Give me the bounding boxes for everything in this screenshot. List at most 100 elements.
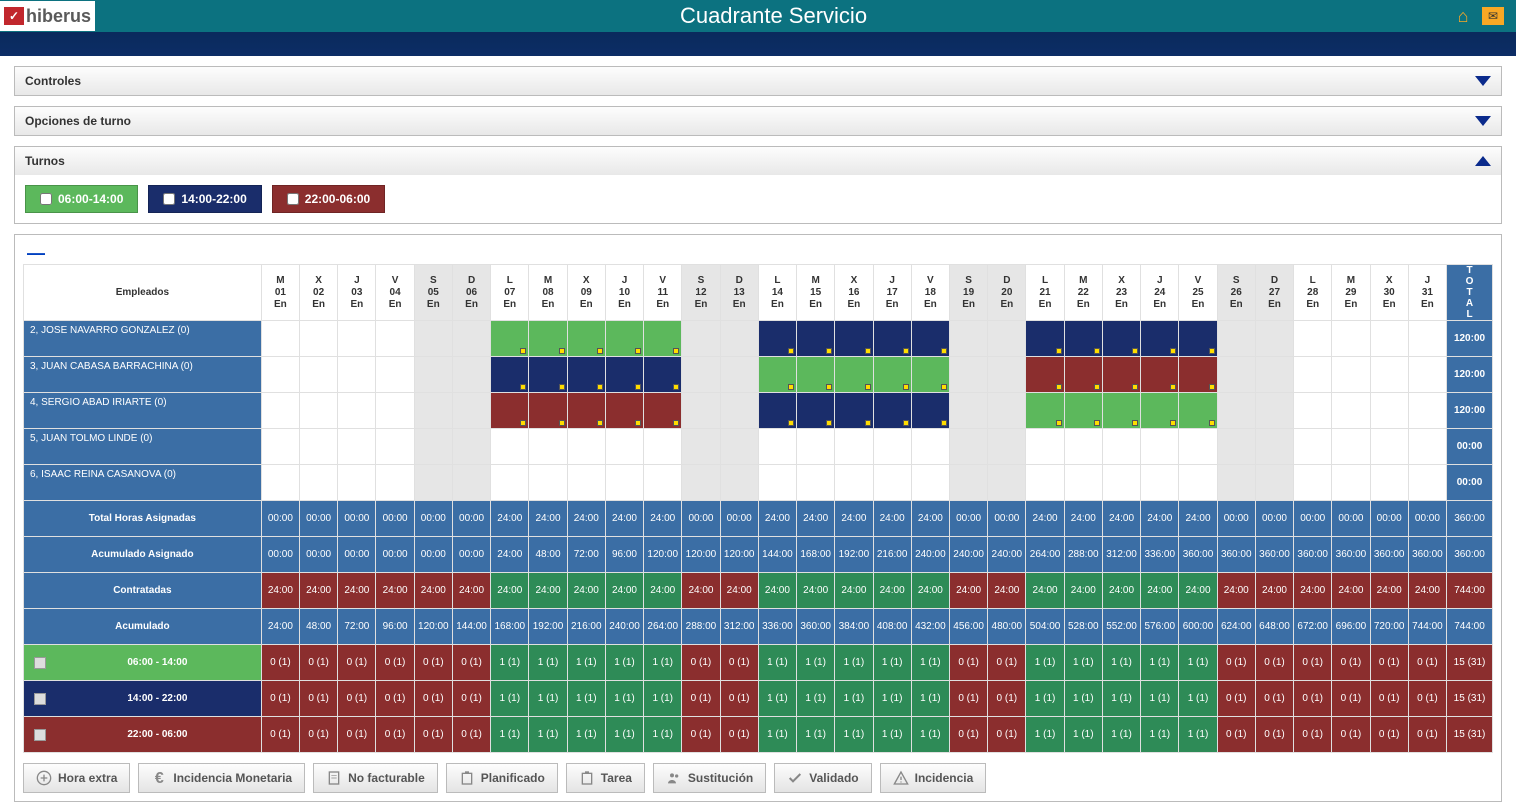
empty-cell[interactable] — [567, 465, 605, 501]
empty-cell[interactable] — [988, 429, 1026, 465]
empty-cell[interactable] — [1408, 357, 1446, 393]
empty-cell[interactable] — [720, 465, 758, 501]
empty-cell[interactable] — [1408, 393, 1446, 429]
shift-cell[interactable] — [1064, 321, 1102, 357]
empty-cell[interactable] — [682, 465, 720, 501]
shift-cell[interactable] — [911, 393, 949, 429]
empty-cell[interactable] — [1217, 393, 1255, 429]
empty-cell[interactable] — [1102, 429, 1140, 465]
empty-cell[interactable] — [261, 357, 299, 393]
shift-cell[interactable] — [1179, 357, 1217, 393]
empty-cell[interactable] — [949, 357, 987, 393]
empty-cell[interactable] — [414, 429, 452, 465]
shift-row-checkbox[interactable] — [34, 657, 46, 669]
empty-cell[interactable] — [911, 465, 949, 501]
empty-cell[interactable] — [605, 429, 643, 465]
shift-cell[interactable] — [797, 393, 835, 429]
shift-cell[interactable] — [567, 321, 605, 357]
empty-cell[interactable] — [452, 393, 490, 429]
shift-cell[interactable] — [491, 357, 529, 393]
shift-count-label[interactable]: 06:00 - 14:00 — [24, 645, 262, 681]
action-no-facturable[interactable]: No facturable — [313, 763, 438, 793]
empty-cell[interactable] — [682, 393, 720, 429]
collapse-toggle[interactable]: — — [23, 243, 1493, 264]
empty-cell[interactable] — [1141, 465, 1179, 501]
empty-cell[interactable] — [338, 393, 376, 429]
empty-cell[interactable] — [1217, 321, 1255, 357]
shift-cell[interactable] — [1141, 393, 1179, 429]
empty-cell[interactable] — [720, 321, 758, 357]
empty-cell[interactable] — [1026, 465, 1064, 501]
empty-cell[interactable] — [1179, 465, 1217, 501]
empty-cell[interactable] — [682, 429, 720, 465]
empty-cell[interactable] — [1064, 429, 1102, 465]
empty-cell[interactable] — [720, 357, 758, 393]
empty-cell[interactable] — [1370, 357, 1408, 393]
empty-cell[interactable] — [758, 465, 796, 501]
empty-cell[interactable] — [300, 321, 338, 357]
shift-cell[interactable] — [1102, 393, 1140, 429]
empty-cell[interactable] — [1332, 321, 1370, 357]
shift-cell[interactable] — [758, 393, 796, 429]
action-incidencia[interactable]: Incidencia — [880, 763, 987, 793]
shift-cell[interactable] — [758, 357, 796, 393]
empty-cell[interactable] — [261, 321, 299, 357]
shift-row-checkbox[interactable] — [34, 693, 46, 705]
empty-cell[interactable] — [529, 429, 567, 465]
empty-cell[interactable] — [873, 465, 911, 501]
shift-cell[interactable] — [567, 357, 605, 393]
empty-cell[interactable] — [835, 465, 873, 501]
empty-cell[interactable] — [1294, 393, 1332, 429]
action-planificado[interactable]: Planificado — [446, 763, 558, 793]
empty-cell[interactable] — [1102, 465, 1140, 501]
empty-cell[interactable] — [1332, 465, 1370, 501]
empty-cell[interactable] — [1026, 429, 1064, 465]
employee-name[interactable]: 3, JUAN CABASA BARRACHINA (0) — [24, 357, 262, 393]
shift-cell[interactable] — [797, 357, 835, 393]
empty-cell[interactable] — [949, 465, 987, 501]
empty-cell[interactable] — [1294, 429, 1332, 465]
empty-cell[interactable] — [682, 321, 720, 357]
shift-cell[interactable] — [567, 393, 605, 429]
empty-cell[interactable] — [797, 429, 835, 465]
empty-cell[interactable] — [873, 429, 911, 465]
empty-cell[interactable] — [376, 429, 414, 465]
empty-cell[interactable] — [300, 465, 338, 501]
shift-chip-0[interactable]: 06:00-14:00 — [25, 185, 138, 213]
shift-cell[interactable] — [873, 357, 911, 393]
empty-cell[interactable] — [1255, 357, 1293, 393]
shift-row-checkbox[interactable] — [34, 729, 46, 741]
shift-chip-checkbox[interactable] — [163, 193, 175, 205]
shift-cell[interactable] — [835, 393, 873, 429]
empty-cell[interactable] — [567, 429, 605, 465]
empty-cell[interactable] — [452, 429, 490, 465]
empty-cell[interactable] — [1217, 357, 1255, 393]
empty-cell[interactable] — [758, 429, 796, 465]
shift-cell[interactable] — [1064, 393, 1102, 429]
panel-turnos-header[interactable]: Turnos — [15, 147, 1501, 175]
action-incidencia-monetaria[interactable]: €Incidencia Monetaria — [138, 763, 305, 793]
shift-cell[interactable] — [491, 321, 529, 357]
shift-chip-1[interactable]: 14:00-22:00 — [148, 185, 261, 213]
empty-cell[interactable] — [376, 393, 414, 429]
empty-cell[interactable] — [1217, 429, 1255, 465]
shift-count-label[interactable]: 14:00 - 22:00 — [24, 681, 262, 717]
shift-cell[interactable] — [1026, 357, 1064, 393]
empty-cell[interactable] — [414, 357, 452, 393]
empty-cell[interactable] — [1255, 321, 1293, 357]
shift-cell[interactable] — [529, 357, 567, 393]
empty-cell[interactable] — [949, 321, 987, 357]
empty-cell[interactable] — [338, 465, 376, 501]
action-sustitución[interactable]: Sustitución — [653, 763, 766, 793]
employee-name[interactable]: 2, JOSE NAVARRO GONZALEZ (0) — [24, 321, 262, 357]
shift-cell[interactable] — [1179, 321, 1217, 357]
empty-cell[interactable] — [452, 357, 490, 393]
empty-cell[interactable] — [949, 429, 987, 465]
empty-cell[interactable] — [338, 429, 376, 465]
action-validado[interactable]: Validado — [774, 763, 871, 793]
shift-cell[interactable] — [1179, 393, 1217, 429]
home-icon[interactable]: ⌂ — [1452, 7, 1474, 25]
empty-cell[interactable] — [376, 465, 414, 501]
shift-cell[interactable] — [644, 357, 682, 393]
employee-name[interactable]: 4, SERGIO ABAD IRIARTE (0) — [24, 393, 262, 429]
